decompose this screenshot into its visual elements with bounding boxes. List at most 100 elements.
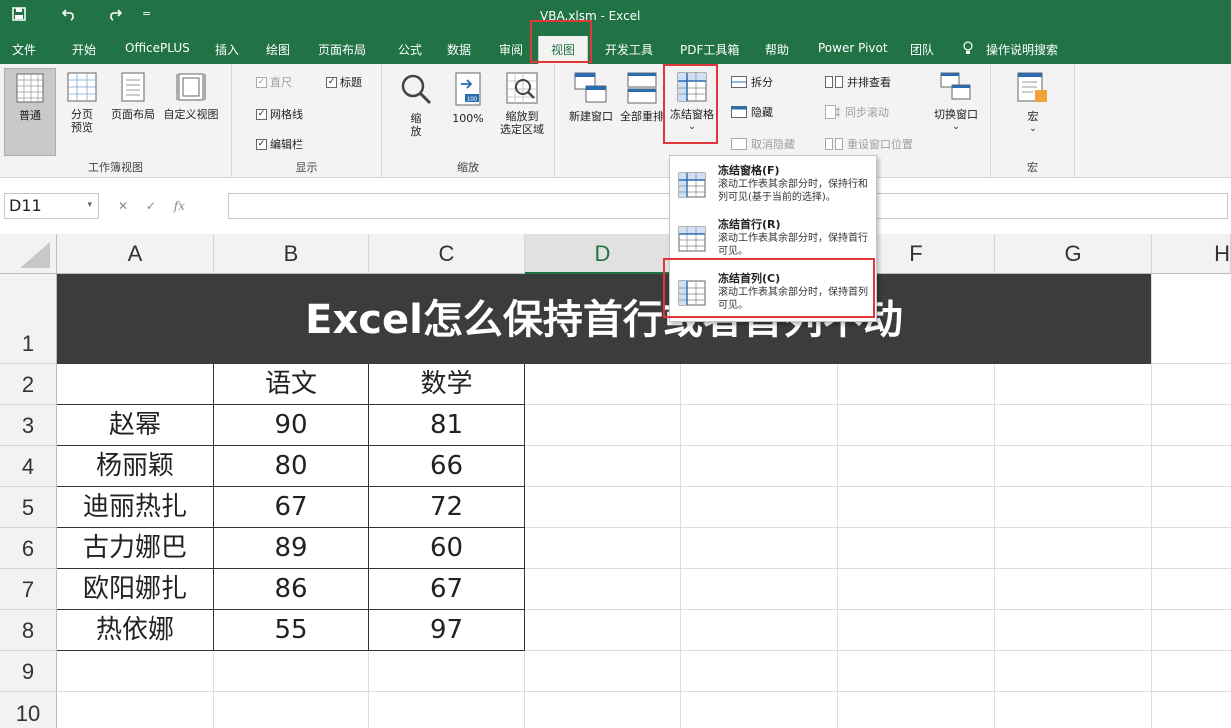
headings-checkbox[interactable]: ✓ 标题 [326, 74, 362, 90]
tab-formulas[interactable]: 公式 [398, 41, 422, 58]
formula-bar-label: 编辑栏 [270, 138, 303, 151]
row-header-3[interactable]: 3 [0, 405, 57, 446]
reset-position-icon [825, 138, 843, 150]
arrange-all-button[interactable]: 全部重排 [617, 72, 667, 123]
row-header-1[interactable]: 1 [0, 274, 57, 364]
cell-b8[interactable]: 55 [214, 610, 368, 651]
zoom-to-selection-button[interactable]: 缩放到 选定区域 [494, 72, 550, 136]
cancel-icon[interactable]: ✕ [118, 199, 128, 213]
row-header-4[interactable]: 4 [0, 446, 57, 487]
tab-review[interactable]: 审阅 [499, 41, 523, 58]
table-border [524, 364, 525, 651]
macros-button[interactable]: 宏 ⌄ [1011, 72, 1055, 136]
row-header-9[interactable]: 9 [0, 651, 57, 692]
zoom-button[interactable]: 缩 放 [396, 72, 436, 138]
reset-window-position-button[interactable]: 重设窗口位置 [825, 136, 913, 152]
formula-bar-checkbox[interactable]: ✓ 编辑栏 [256, 136, 303, 152]
new-window-button[interactable]: 新建窗口 [565, 72, 617, 123]
tab-officeplus[interactable]: OfficePLUS [125, 41, 190, 55]
cell-b6[interactable]: 89 [214, 528, 368, 569]
tell-me-search[interactable]: 操作说明搜索 [986, 41, 1058, 58]
normal-view-button[interactable]: 普通 [4, 68, 56, 156]
hide-button[interactable]: 隐藏 [731, 104, 773, 120]
ruler-checkbox[interactable]: ✓ 直尺 [256, 74, 292, 90]
sync-scroll-button[interactable]: 同步滚动 [825, 104, 889, 120]
column-header-g[interactable]: G [995, 234, 1152, 274]
tab-page-layout[interactable]: 页面布局 [318, 41, 366, 58]
tab-draw[interactable]: 绘图 [266, 41, 290, 58]
row-header-8[interactable]: 8 [0, 610, 57, 651]
column-header-h[interactable]: H [1152, 234, 1231, 274]
column-header-d[interactable]: D [525, 234, 681, 274]
page-layout-button[interactable]: 页面布局 [108, 72, 158, 121]
headings-label: 标题 [340, 76, 362, 89]
highlight-freeze-panes [663, 64, 718, 144]
cell-b3[interactable]: 90 [214, 405, 368, 446]
highlight-view-tab [530, 20, 592, 63]
page-break-label: 分页 预览 [71, 108, 93, 134]
menu-item-freeze-top-row[interactable]: 冻结首行(R) 滚动工作表其余部分时，保持首行可见。 [670, 212, 876, 264]
menu-item-description: 滚动工作表其余部分时，保持行和列可见(基于当前的选择)。 [718, 179, 868, 203]
view-side-by-side-button[interactable]: 并排查看 [825, 74, 891, 90]
enter-icon[interactable]: ✓ [146, 199, 156, 213]
row-header-6[interactable]: 6 [0, 528, 57, 569]
tab-data[interactable]: 数据 [447, 41, 471, 58]
switch-windows-button[interactable]: 切换窗口 ⌄ [931, 72, 981, 134]
insert-function-icon[interactable]: fx [174, 199, 185, 213]
tab-insert[interactable]: 插入 [215, 41, 239, 58]
tab-home[interactable]: 开始 [72, 41, 96, 58]
gridlines-label: 网格线 [270, 108, 303, 121]
row-header-7[interactable]: 7 [0, 569, 57, 610]
custom-views-button[interactable]: 自定义视图 [160, 72, 222, 121]
group-zoom: 缩 放 100 100% 缩放到 选定区域 缩放 [382, 64, 555, 178]
tab-team[interactable]: 团队 [910, 41, 934, 58]
merged-title-cell[interactable]: Excel怎么保持首行或者首列不动 [57, 274, 1151, 364]
freeze-panes-icon [678, 172, 706, 201]
cell-a7[interactable]: 欧阳娜扎 [57, 569, 213, 610]
gridlines-checkbox[interactable]: ✓ 网格线 [256, 106, 303, 122]
cell-b2[interactable]: 语文 [214, 364, 368, 405]
chevron-down-icon[interactable]: ▾ [87, 200, 92, 210]
select-all-corner[interactable] [0, 234, 57, 274]
unhide-button[interactable]: 取消隐藏 [731, 136, 795, 152]
cell-b5[interactable]: 67 [214, 487, 368, 528]
column-header-a[interactable]: A [57, 234, 214, 274]
row-header-2[interactable]: 2 [0, 364, 57, 405]
cell-c2[interactable]: 数学 [369, 364, 524, 405]
cell-a3[interactable]: 赵幂 [57, 405, 213, 446]
cell-c3[interactable]: 81 [369, 405, 524, 446]
cell-b7[interactable]: 86 [214, 569, 368, 610]
row-header-5[interactable]: 5 [0, 487, 57, 528]
cell-c8[interactable]: 97 [369, 610, 524, 651]
row-header-10[interactable]: 10 [0, 692, 57, 728]
cell-c7[interactable]: 67 [369, 569, 524, 610]
cell-a5[interactable]: 迪丽热扎 [57, 487, 213, 528]
tab-developer[interactable]: 开发工具 [605, 41, 653, 58]
chevron-down-icon: ⌄ [952, 122, 960, 132]
svg-text:100: 100 [467, 97, 478, 103]
cell-a4[interactable]: 杨丽颖 [57, 446, 213, 487]
zoom-100-button[interactable]: 100 100% [448, 72, 488, 125]
split-button[interactable]: 拆分 [731, 74, 773, 90]
menu-item-freeze-panes[interactable]: 冻结窗格(F) 滚动工作表其余部分时，保持行和列可见(基于当前的选择)。 [670, 158, 876, 210]
column-header-c[interactable]: C [369, 234, 525, 274]
cell-c4[interactable]: 66 [369, 446, 524, 487]
tab-pdf-tools[interactable]: PDF工具箱 [680, 41, 739, 58]
cell-a6[interactable]: 古力娜巴 [57, 528, 213, 569]
side-by-side-icon [825, 76, 843, 88]
tab-help[interactable]: 帮助 [765, 41, 789, 58]
gridline [1151, 274, 1152, 728]
freeze-top-row-icon [678, 226, 706, 255]
column-header-b[interactable]: B [214, 234, 369, 274]
cell-c6[interactable]: 60 [369, 528, 524, 569]
cell-a8[interactable]: 热依娜 [57, 610, 213, 651]
name-box[interactable]: D11 ▾ [4, 193, 99, 219]
normal-view-label: 普通 [19, 109, 41, 122]
cell-c5[interactable]: 72 [369, 487, 524, 528]
group-name-macros: 宏 [1027, 161, 1038, 174]
page-break-preview-button[interactable]: 分页 预览 [62, 72, 102, 134]
tab-file[interactable]: 文件 [12, 41, 36, 58]
tab-power-pivot[interactable]: Power Pivot [818, 41, 888, 55]
sync-scroll-label: 同步滚动 [845, 106, 889, 119]
cell-b4[interactable]: 80 [214, 446, 368, 487]
